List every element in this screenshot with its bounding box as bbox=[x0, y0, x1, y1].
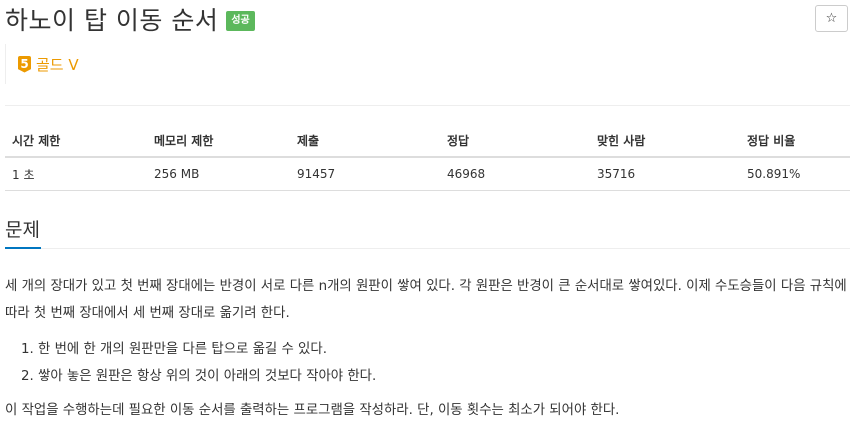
description-paragraph: 세 개의 장대가 있고 첫 번째 장대에는 반경이 서로 다른 n개의 원판이 … bbox=[5, 279, 847, 321]
rules-list: 한 번에 한 개의 원판만을 다른 탑으로 옮길 수 있다. 쌓아 놓은 원판은… bbox=[5, 336, 850, 390]
submissions-value: 91457 bbox=[290, 157, 440, 191]
tier-icon: 5 bbox=[18, 55, 31, 73]
section-divider bbox=[41, 248, 850, 249]
problem-title: 하노이 탑 이동 순서 bbox=[5, 6, 219, 35]
description-paragraph: 이 작업을 수행하는데 필요한 이동 순서를 출력하는 프로그램을 작성하라. … bbox=[5, 403, 620, 418]
rule-item: 한 번에 한 개의 원판만을 다른 탑으로 옮길 수 있다. bbox=[38, 336, 850, 363]
title-row: 하노이 탑 이동 순서 성공 bbox=[5, 4, 255, 38]
header-submissions: 제출 bbox=[290, 124, 440, 158]
table-header-row: 시간 제한 메모리 제한 제출 정답 맞힌 사람 정답 비율 bbox=[5, 124, 850, 158]
header-solved-users: 맞힌 사람 bbox=[590, 124, 740, 158]
tier-info[interactable]: 5 골드 V bbox=[5, 44, 79, 84]
header-time-limit: 시간 제한 bbox=[5, 124, 147, 158]
accepted-value: 46968 bbox=[440, 157, 590, 191]
header-accepted: 정답 bbox=[440, 124, 590, 158]
star-icon: ☆ bbox=[825, 11, 838, 26]
header-accept-ratio: 정답 비율 bbox=[740, 124, 850, 158]
table-row: 1 초 256 MB 91457 46968 35716 50.891% bbox=[5, 157, 850, 191]
solved-users-value: 35716 bbox=[590, 157, 740, 191]
section-title: 문제 bbox=[5, 219, 40, 241]
star-button[interactable]: ☆ bbox=[815, 5, 848, 32]
time-limit-value: 1 초 bbox=[5, 157, 147, 191]
divider bbox=[5, 105, 850, 106]
header-memory-limit: 메모리 제한 bbox=[147, 124, 290, 158]
memory-limit-value: 256 MB bbox=[147, 157, 290, 191]
accept-ratio-value: 50.891% bbox=[740, 157, 850, 191]
problem-info-table: 시간 제한 메모리 제한 제출 정답 맞힌 사람 정답 비율 1 초 256 M… bbox=[5, 124, 850, 191]
tier-label: 골드 V bbox=[36, 55, 79, 74]
rule-item: 쌓아 놓은 원판은 항상 위의 것이 아래의 것보다 작아야 한다. bbox=[38, 363, 850, 390]
status-badge: 성공 bbox=[226, 11, 255, 31]
section-underline bbox=[5, 247, 41, 249]
problem-description: 세 개의 장대가 있고 첫 번째 장대에는 반경이 서로 다른 n개의 원판이 … bbox=[5, 273, 850, 424]
